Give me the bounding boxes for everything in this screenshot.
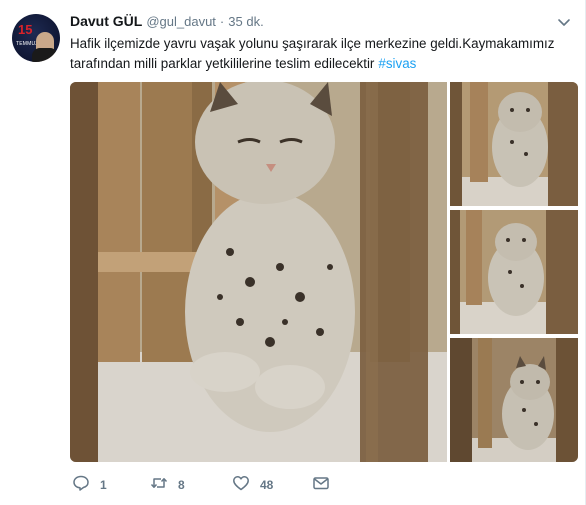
avatar-logo-text: 15 (18, 22, 33, 37)
like-button[interactable]: 48 (232, 474, 273, 496)
like-count: 48 (260, 478, 274, 492)
photo-thumb-2-image (450, 210, 578, 334)
direct-message-button[interactable] (312, 474, 330, 496)
tweet-timestamp[interactable]: 35 dk. (228, 14, 263, 29)
photo-thumb-1[interactable] (450, 82, 578, 206)
media-grid (70, 82, 578, 462)
tweet-header: Davut GÜL @gul_davut · 35 dk. (70, 13, 264, 31)
retweet-button[interactable]: 8 (150, 474, 185, 496)
tweet-text: Hafik ilçemizde yavru vaşak yolunu şaşır… (70, 34, 570, 74)
author-handle[interactable]: @gul_davut (146, 14, 216, 29)
hashtag-link[interactable]: #sivas (378, 56, 416, 71)
photo-thumb-1-image (450, 82, 578, 206)
chevron-down-icon[interactable] (556, 14, 572, 30)
tweet-text-line-2: tarafından milli parklar yetkililerine t… (70, 54, 570, 74)
tweet-card: 15 TEMMUZ Davut GÜL @gul_davut · 35 dk. … (0, 0, 586, 505)
tweet-text-line-1: Hafik ilçemizde yavru vaşak yolunu şaşır… (70, 36, 555, 51)
reply-button[interactable]: 1 (72, 474, 107, 496)
photo-thumb-2[interactable] (450, 210, 578, 334)
retweet-icon (150, 474, 168, 497)
avatar-person-body (32, 48, 58, 62)
tweet-text-line-2-body: tarafından milli parklar yetkililerine t… (70, 56, 375, 71)
avatar[interactable]: 15 TEMMUZ (12, 14, 60, 62)
speech-bubble-icon (72, 474, 90, 497)
header-separator: · (219, 14, 225, 29)
retweet-count: 8 (178, 478, 185, 492)
author-name[interactable]: Davut GÜL (70, 13, 142, 29)
photo-main[interactable] (70, 82, 447, 462)
photo-main-image (70, 82, 447, 462)
photo-thumb-3[interactable] (450, 338, 578, 462)
tweet-actions: 1 8 48 (70, 474, 400, 496)
photo-thumb-3-image (450, 338, 578, 462)
heart-icon (232, 474, 250, 497)
reply-count: 1 (100, 478, 107, 492)
envelope-icon (312, 474, 330, 497)
